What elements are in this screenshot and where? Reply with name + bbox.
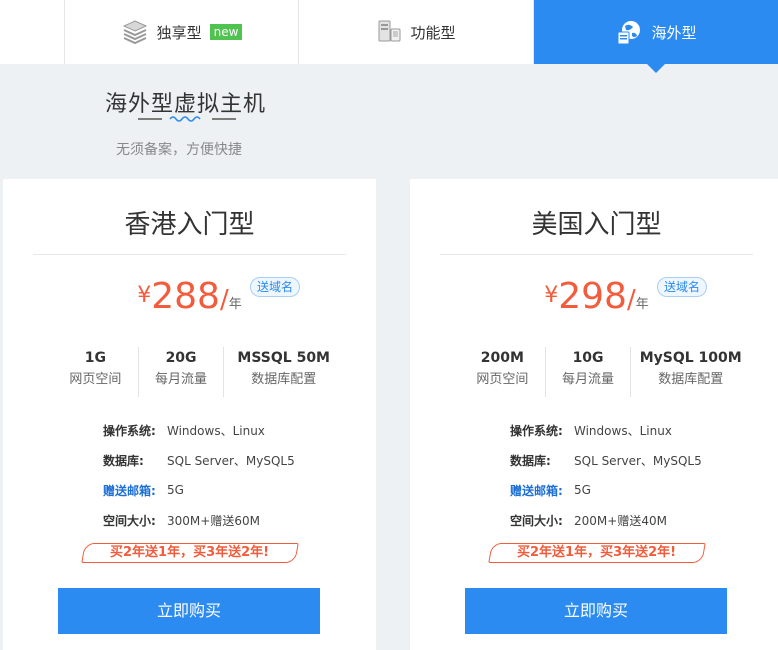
detail-list: 操作系统: Windows、Linux 数据库: SQL Server、MySQ… <box>103 415 295 535</box>
detail-value: 300M+赠送60M <box>167 513 260 528</box>
tab-label: 海外型 <box>651 23 697 42</box>
detail-value: Windows、Linux <box>167 423 265 438</box>
spec-item: 1G 网页空间 <box>53 347 139 397</box>
page-subtitle: 无须备案，方便快捷 <box>116 142 242 158</box>
spec-label: 每月流量 <box>155 372 208 387</box>
devices-icon <box>378 20 401 42</box>
spec-item: 200M 网页空间 <box>460 347 546 397</box>
product-tabs: 独享型 new 功能型 海外型 <box>0 0 778 73</box>
plan-title: 香港入门型 <box>124 210 255 240</box>
buy-now-button[interactable]: 立即购买 <box>58 588 320 634</box>
promo-text: 买2年送1年，买3年送2年! <box>110 545 270 560</box>
detail-key: 操作系统: <box>510 423 563 438</box>
detail-row: 赠送邮箱: 5G <box>510 475 702 505</box>
tab-dedicated[interactable]: 独享型 new <box>64 0 299 64</box>
price: ¥298/年 <box>410 276 778 317</box>
detail-key: 空间大小: <box>510 513 563 528</box>
currency-symbol: ¥ <box>544 283 559 308</box>
spec-label: 数据库配置 <box>251 372 317 387</box>
tab-overseas[interactable]: 海外型 <box>534 0 778 73</box>
tab-functional[interactable]: 功能型 <box>299 0 534 64</box>
buy-now-button[interactable]: 立即购买 <box>465 588 727 634</box>
price-value: 288 <box>151 276 220 317</box>
spec-value: 200M <box>480 350 524 366</box>
new-badge: new <box>209 24 243 40</box>
spec-value: 10G <box>572 350 604 366</box>
spec-value: 20G <box>165 350 197 366</box>
price-period: 年 <box>635 297 649 312</box>
spec-value: MSSQL 50M <box>237 350 330 366</box>
detail-key: 数据库: <box>103 453 144 468</box>
promo-banner: 买2年送1年，买3年送2年! <box>488 543 706 563</box>
spec-label: 数据库配置 <box>658 372 724 387</box>
cube-stack-icon <box>122 20 147 45</box>
spec-summary: 1G 网页空间 20G 每月流量 MSSQL 50M 数据库配置 <box>53 347 343 397</box>
divider <box>33 254 346 255</box>
wave-divider-icon <box>138 116 236 122</box>
detail-key: 数据库: <box>510 453 551 468</box>
currency-symbol: ¥ <box>137 283 152 308</box>
spec-item: 10G 每月流量 <box>546 347 632 397</box>
detail-row: 操作系统: Windows、Linux <box>510 415 702 445</box>
detail-key: 操作系统: <box>103 423 156 438</box>
detail-key-link[interactable]: 赠送邮箱: <box>510 482 574 499</box>
divider <box>440 254 753 255</box>
domain-gift-tag: 送域名 <box>250 277 300 297</box>
domain-gift-tag: 送域名 <box>657 277 707 297</box>
price-slash: / <box>626 285 636 315</box>
detail-row: 数据库: SQL Server、MySQL5 <box>510 445 702 475</box>
price: ¥288/年 <box>3 276 376 317</box>
spec-summary: 200M 网页空间 10G 每月流量 MySQL 100M 数据库配置 <box>460 347 750 397</box>
plan-title: 美国入门型 <box>531 210 662 240</box>
detail-value: SQL Server、MySQL5 <box>167 453 295 468</box>
detail-row: 操作系统: Windows、Linux <box>103 415 295 445</box>
tab-label: 独享型 <box>156 23 202 42</box>
hot-label: 热销 <box>341 189 368 204</box>
detail-row: 空间大小: 200M+赠送40M <box>510 505 702 535</box>
spec-item: MySQL 100M 数据库配置 <box>631 347 750 397</box>
detail-value: SQL Server、MySQL5 <box>574 453 702 468</box>
price-slash: / <box>219 285 229 315</box>
globe-icon <box>617 21 641 45</box>
detail-value: Windows、Linux <box>574 423 672 438</box>
detail-row: 数据库: SQL Server、MySQL5 <box>103 445 295 475</box>
plan-card-hongkong: 热销 香港入门型 ¥288/年 送域名 1G 网页空间 20G 每月流量 MSS… <box>3 179 376 650</box>
promo-banner: 买2年送1年，买3年送2年! <box>81 543 299 563</box>
spec-value: 1G <box>84 350 106 366</box>
detail-value: 200M+赠送40M <box>574 513 667 528</box>
price-value: 298 <box>558 276 627 317</box>
spec-item: 20G 每月流量 <box>139 347 225 397</box>
plan-card-usa: 美国入门型 ¥298/年 送域名 200M 网页空间 10G 每月流量 MySQ… <box>410 179 778 650</box>
detail-key-link[interactable]: 赠送邮箱: <box>103 482 167 499</box>
spec-label: 每月流量 <box>562 372 615 387</box>
promo-text: 买2年送1年，买3年送2年! <box>517 545 677 560</box>
detail-row: 赠送邮箱: 5G <box>103 475 295 505</box>
detail-row: 空间大小: 300M+赠送60M <box>103 505 295 535</box>
detail-key: 空间大小: <box>103 513 156 528</box>
detail-value: 5G <box>167 483 184 497</box>
spec-label: 网页空间 <box>69 372 122 387</box>
spec-item: MSSQL 50M 数据库配置 <box>224 347 343 397</box>
detail-value: 5G <box>574 483 591 497</box>
spec-label: 网页空间 <box>476 372 529 387</box>
price-period: 年 <box>228 297 242 312</box>
spec-value: MySQL 100M <box>639 350 742 366</box>
detail-list: 操作系统: Windows、Linux 数据库: SQL Server、MySQ… <box>510 415 702 535</box>
tab-label: 功能型 <box>410 23 456 42</box>
